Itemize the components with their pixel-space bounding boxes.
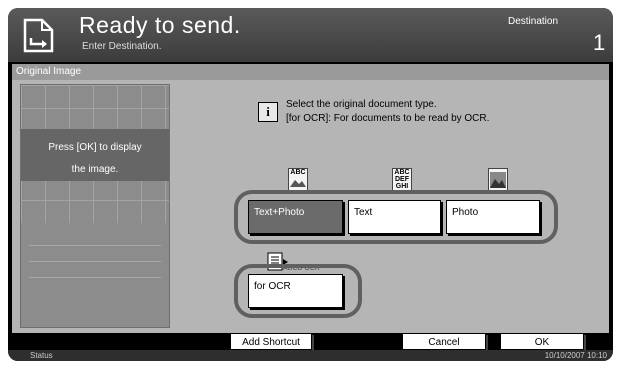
screen-title: Ready to send.: [79, 12, 241, 38]
instruction-line1: Select the original document type.: [286, 99, 437, 110]
preview-message: Press [OK] to display the image.: [21, 137, 169, 181]
add-shortcut-button[interactable]: Add Shortcut: [230, 333, 312, 350]
photo-button[interactable]: Photo: [446, 200, 540, 234]
text-doc-icon: ABC DEF GHI: [392, 168, 412, 192]
for-ocr-button[interactable]: for OCR: [248, 274, 343, 308]
destination-label: Destination: [508, 16, 559, 27]
preview-message-line1: Press [OK] to display: [48, 142, 142, 153]
send-document-icon: [23, 18, 54, 53]
header: Ready to send. Enter Destination. Destin…: [8, 8, 613, 62]
text-photo-doc-icon: ABC: [288, 168, 308, 192]
cancel-button[interactable]: Cancel: [402, 333, 486, 350]
text-photo-button[interactable]: Text+Photo: [248, 200, 343, 234]
status-bar: [8, 350, 613, 361]
image-preview-area: Press [OK] to display the image.: [20, 84, 170, 328]
screen-subtitle: Enter Destination.: [82, 41, 162, 52]
preview-message-line2: the image.: [71, 164, 119, 175]
status-datetime: 10/10/2007 10:10: [544, 351, 607, 360]
preview-divider: [29, 277, 161, 278]
info-icon: i: [258, 102, 278, 122]
status-button[interactable]: Status: [30, 350, 53, 361]
text-button[interactable]: Text: [348, 200, 441, 234]
instruction-text: Select the original document type. [for …: [286, 98, 489, 126]
photo-doc-icon: [488, 168, 508, 192]
device-screen: Ready to send. Enter Destination. Destin…: [8, 8, 613, 361]
instruction-line2: [for OCR]: For documents to be read by O…: [286, 113, 490, 124]
ok-button[interactable]: OK: [500, 333, 584, 350]
panel-title: Original Image: [12, 64, 609, 80]
preview-divider: [29, 245, 161, 246]
preview-divider: [29, 261, 161, 262]
destination-count: 1: [593, 30, 606, 55]
